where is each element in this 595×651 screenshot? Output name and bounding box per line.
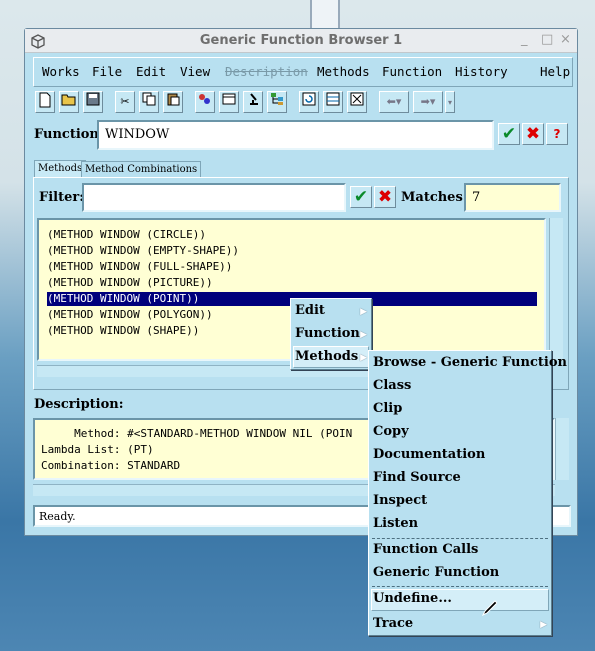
description-label: Description: [34, 397, 124, 412]
inspect-icon[interactable] [219, 91, 239, 113]
submenu-inspect[interactable]: Inspect [373, 493, 427, 508]
description-line: Lambda List: (PT) [41, 443, 154, 456]
function-input[interactable]: WINDOW [97, 120, 494, 150]
methods-submenu: Browse - Generic Function Class Clip Cop… [368, 350, 567, 636]
list-item[interactable]: (METHOD WINDOW (PICTURE)) [47, 276, 213, 290]
tab-method-combinations[interactable]: Method Combinations [81, 161, 202, 177]
tab-methods[interactable]: Methods [34, 160, 87, 177]
open-icon[interactable] [59, 91, 79, 113]
menu-bar: Works File Edit View Description Methods… [33, 57, 573, 87]
menu-history[interactable]: History [455, 64, 508, 79]
submenu-function-calls[interactable]: Function Calls [373, 542, 478, 557]
matches-label: Matches: [401, 190, 468, 205]
refresh-icon[interactable] [299, 91, 319, 113]
submenu-arrow-icon: ▶ [360, 307, 367, 317]
menu-separator [372, 538, 548, 539]
submenu-documentation[interactable]: Documentation [373, 447, 485, 462]
filter-ok-icon[interactable]: ✔ [350, 186, 372, 208]
list-item[interactable]: (METHOD WINDOW (SHAPE)) [47, 324, 199, 338]
submenu-listen[interactable]: Listen [373, 516, 418, 531]
copy-icon[interactable] [139, 91, 159, 113]
frames-icon[interactable] [323, 91, 343, 113]
tree-icon[interactable] [267, 91, 287, 113]
function-help-icon[interactable]: ? [546, 123, 568, 145]
menu-separator [372, 586, 548, 587]
cut-icon[interactable]: ✂ [115, 91, 135, 113]
menu-edit[interactable]: Edit [136, 64, 166, 79]
maximize-button[interactable]: □ [541, 32, 553, 47]
submenu-find-source[interactable]: Find Source [373, 470, 461, 485]
list-item[interactable]: (METHOD WINDOW (FULL-SHAPE)) [47, 260, 232, 274]
filter-input[interactable] [82, 183, 346, 212]
list-item[interactable]: (METHOD WINDOW (EMPTY-SHAPE)) [47, 244, 239, 258]
microscope-icon[interactable] [243, 91, 263, 113]
description-vertical-scrollbar[interactable] [555, 418, 569, 480]
new-icon[interactable] [35, 91, 55, 113]
submenu-copy[interactable]: Copy [373, 424, 409, 439]
submenu-browse-generic-function[interactable]: Browse - Generic Function [373, 355, 567, 370]
list-item[interactable]: (METHOD WINDOW (POLYGON)) [47, 308, 213, 322]
close-button[interactable]: × [560, 32, 571, 47]
mouse-pointer-icon [481, 600, 497, 616]
paste-icon[interactable] [163, 91, 183, 113]
forward-icon[interactable]: ➡▾ [413, 91, 443, 113]
menu-description: Description [225, 64, 308, 79]
submenu-trace[interactable]: Trace [373, 616, 413, 631]
menu-help[interactable]: Help [540, 64, 570, 79]
history-dropdown-icon[interactable]: ▾ [445, 91, 455, 113]
methods-vertical-scrollbar[interactable] [549, 218, 563, 361]
menu-function[interactable]: Function [382, 64, 442, 79]
matches-count: 7 [464, 183, 561, 212]
submenu-arrow-icon: ▶ [360, 353, 367, 363]
list-item[interactable]: (METHOD WINDOW (CIRCLE)) [47, 228, 206, 242]
title-bar: Generic Function Browser 1 _ □ × [25, 29, 577, 53]
function-ok-icon[interactable]: ✔ [498, 123, 520, 145]
description-line: Combination: STANDARD [41, 459, 181, 472]
context-menu-edit[interactable]: Edit [295, 303, 325, 318]
background-window-edge [310, 0, 340, 30]
menu-file[interactable]: File [92, 64, 122, 79]
graph-icon[interactable] [347, 91, 367, 113]
function-cancel-icon[interactable]: ✖ [522, 123, 544, 145]
context-menu: Edit ▶ Function ▶ Methods ▶ [290, 298, 372, 370]
submenu-arrow-icon: ▶ [360, 330, 367, 340]
save-icon[interactable] [83, 91, 103, 113]
filter-label: Filter: [39, 190, 85, 205]
context-menu-function[interactable]: Function [295, 326, 360, 341]
context-menu-methods-label: Methods [295, 349, 359, 364]
menu-works[interactable]: Works [42, 64, 80, 79]
submenu-arrow-icon: ▶ [540, 620, 547, 630]
submenu-generic-function[interactable]: Generic Function [373, 565, 499, 580]
context-menu-methods[interactable]: Methods [295, 349, 358, 364]
description-line: Method: #<STANDARD-METHOD WINDOW NIL (PO… [41, 427, 353, 440]
browse-icon[interactable] [195, 91, 215, 113]
menu-methods[interactable]: Methods [317, 64, 370, 79]
submenu-undefine[interactable]: Undefine... [373, 591, 452, 606]
context-menu-edit-label: Edit [295, 303, 325, 318]
context-menu-function-label: Function [295, 326, 360, 341]
submenu-class[interactable]: Class [373, 378, 411, 393]
submenu-clip[interactable]: Clip [373, 401, 402, 416]
window-title: Generic Function Browser 1 [199, 33, 403, 48]
back-icon[interactable]: ⬅▾ [379, 91, 409, 113]
minimize-button[interactable]: _ [521, 32, 528, 47]
function-label: Function: [34, 127, 104, 142]
menu-view[interactable]: View [180, 64, 210, 79]
filter-cancel-icon[interactable]: ✖ [374, 186, 396, 208]
